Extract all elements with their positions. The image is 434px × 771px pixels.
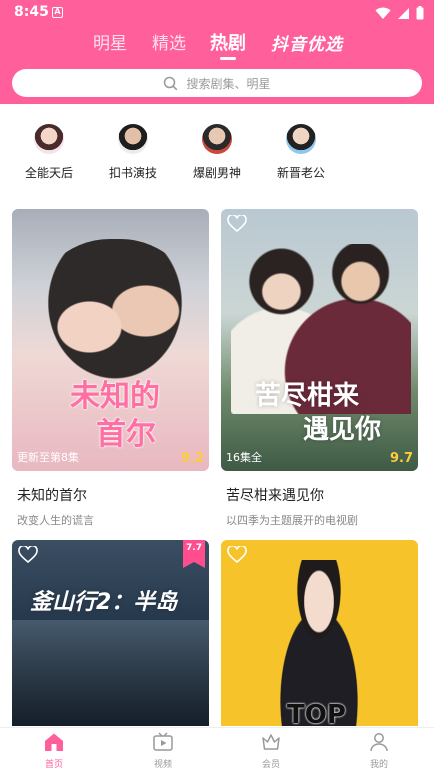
- wifi-icon: [375, 7, 391, 19]
- header: 8:45 A 明星 精选 热剧 抖音优选 搜索剧集、明星: [0, 0, 434, 104]
- episode-count: 16集全: [226, 451, 262, 464]
- drama-poster[interactable]: 苦尽柑来 遇见你 16集全 9.7: [221, 209, 418, 471]
- status-icons: [375, 5, 424, 21]
- bottom-nav: 首页 视频 会员 我的: [0, 727, 434, 771]
- category-label: 爆剧男神: [192, 166, 241, 180]
- video-icon: [153, 732, 173, 751]
- drama-description: 以四季为主题展开的电视剧: [226, 514, 358, 527]
- episode-count: 更新至第8集: [17, 451, 79, 464]
- status-time: 8:45: [14, 4, 49, 20]
- rating-badge: 7.7: [183, 540, 205, 568]
- category-item[interactable]: 全能天后: [14, 124, 84, 181]
- nav-video[interactable]: 视频: [133, 732, 193, 770]
- poster-title-line1: 苦尽柑来: [255, 381, 360, 411]
- drama-card[interactable]: 苦尽柑来 遇见你 16集全 9.7 苦尽柑来遇见你 以四季为主题展开的电视剧: [221, 209, 418, 528]
- home-icon: [45, 733, 63, 751]
- status-bar: 8:45 A: [0, 0, 434, 26]
- favorite-heart-icon[interactable]: [18, 546, 38, 564]
- nav-profile[interactable]: 我的: [349, 732, 409, 770]
- category-label: 新晋老公: [276, 166, 325, 180]
- category-item[interactable]: 新晋老公: [266, 124, 336, 181]
- category-avatar: [34, 124, 64, 154]
- nav-home[interactable]: 首页: [24, 732, 84, 770]
- poster-title: 釜山行2：半岛: [30, 590, 178, 615]
- brand-tab[interactable]: 抖音优选: [271, 30, 343, 55]
- category-item[interactable]: 扣书演技: [98, 124, 168, 181]
- drama-poster[interactable]: TOP: [221, 540, 418, 726]
- category-row: 全能天后 扣书演技 爆剧男神 新晋老公: [0, 124, 434, 184]
- nav-label: 我的: [369, 760, 388, 770]
- profile-icon: [370, 733, 388, 752]
- category-label: 全能天后: [24, 166, 73, 180]
- rating-score: 9.2: [180, 451, 204, 466]
- tab-featured[interactable]: 精选: [152, 32, 186, 56]
- search-bar[interactable]: 搜索剧集、明星: [12, 69, 422, 97]
- signal-icon: [398, 7, 409, 19]
- drama-card[interactable]: 未知的 首尔 更新至第8集 9.2 未知的首尔 改变人生的谎言: [12, 209, 209, 528]
- top-tabs: 明星 精选 热剧: [0, 32, 434, 60]
- poster-title-line2: 遇见你: [303, 415, 382, 445]
- search-placeholder: 搜索剧集、明星: [186, 76, 271, 91]
- drama-card[interactable]: 釜山行2：半岛 7.7: [12, 540, 209, 726]
- category-avatar: [118, 124, 148, 154]
- drama-card[interactable]: TOP: [221, 540, 418, 726]
- nav-label: 视频: [153, 760, 172, 770]
- category-item[interactable]: 爆剧男神: [182, 124, 252, 181]
- category-label: 扣书演技: [108, 166, 157, 180]
- nav-label: 会员: [261, 760, 280, 770]
- category-avatar: [202, 124, 232, 154]
- battery-icon: [416, 6, 424, 20]
- poster-title: TOP: [287, 700, 346, 726]
- favorite-heart-icon[interactable]: [227, 546, 247, 564]
- tab-stars[interactable]: 明星: [93, 32, 127, 56]
- drama-title[interactable]: 苦尽柑来遇见你: [221, 485, 418, 505]
- drama-poster[interactable]: 釜山行2：半岛 7.7: [12, 540, 209, 726]
- drama-title[interactable]: 未知的首尔: [12, 485, 209, 505]
- nav-label: 首页: [44, 760, 63, 770]
- active-tab-indicator: [220, 57, 236, 60]
- drama-poster[interactable]: 未知的 首尔 更新至第8集 9.2: [12, 209, 209, 471]
- poster-title-line2: 首尔: [96, 417, 156, 452]
- drama-description: 改变人生的谎言: [17, 514, 94, 527]
- poster-ruins: [12, 620, 209, 726]
- favorite-heart-icon[interactable]: [227, 215, 247, 233]
- tab-hot-dramas[interactable]: 热剧: [210, 32, 246, 56]
- nav-member[interactable]: 会员: [241, 732, 301, 770]
- search-icon: [164, 76, 178, 90]
- rating-score: 9.7: [389, 451, 413, 466]
- category-avatar: [286, 124, 316, 154]
- notification-icon: A: [52, 7, 63, 18]
- crown-icon: [262, 734, 280, 750]
